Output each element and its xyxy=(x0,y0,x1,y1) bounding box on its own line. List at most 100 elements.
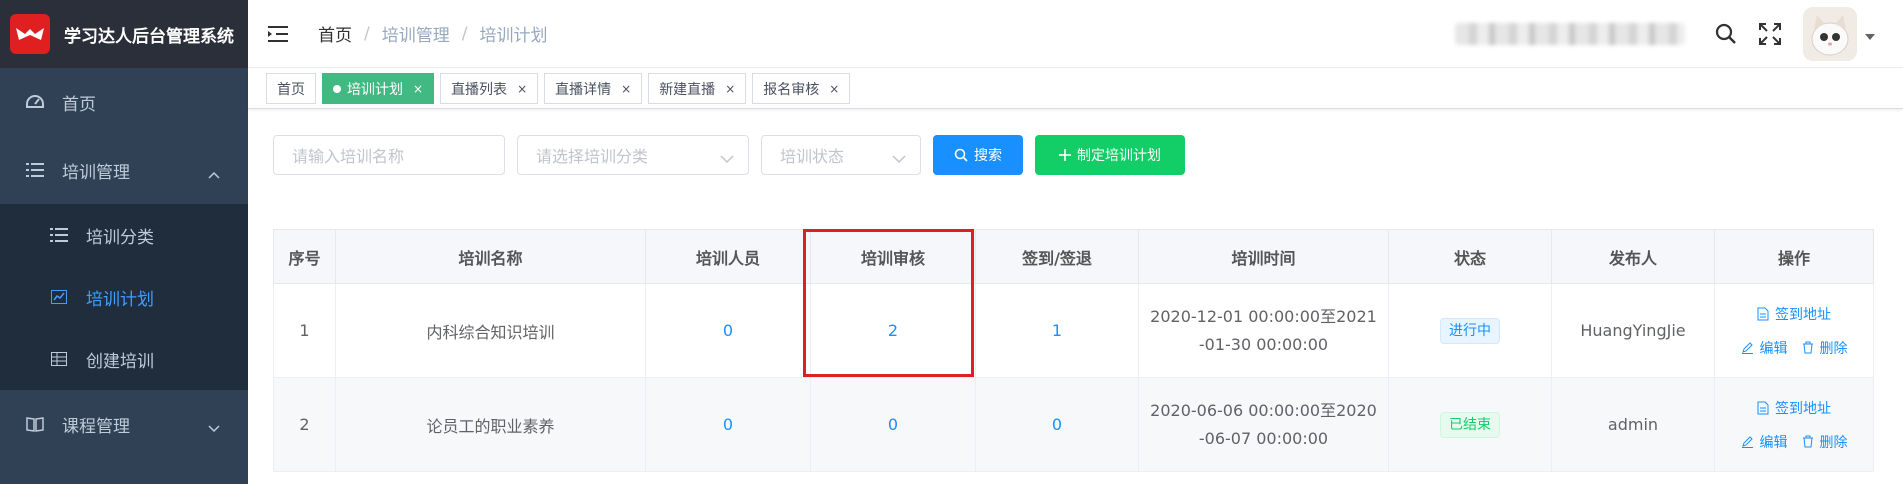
table-row: 2 论员工的职业素养 0 0 0 2020-06-06 00:00:00至202… xyxy=(273,377,1874,472)
close-icon[interactable]: × xyxy=(413,82,423,96)
sidebar-item-home[interactable]: 首页 xyxy=(0,68,248,136)
staff-count-link[interactable]: 0 xyxy=(723,415,733,434)
delete-button[interactable]: 删除 xyxy=(1802,432,1848,452)
list-icon xyxy=(24,162,46,178)
tag-label: 直播详情 xyxy=(555,81,612,98)
active-dot-icon xyxy=(333,84,341,93)
nav-right xyxy=(1455,0,1903,68)
chart-icon xyxy=(48,290,70,304)
edit-button[interactable]: 编辑 xyxy=(1741,432,1788,452)
training-submenu: 培训分类 培训计划 创建培训 xyxy=(0,204,248,390)
sidebar-item-label: 培训计划 xyxy=(86,289,154,310)
signin-address-button[interactable]: 签到地址 xyxy=(1757,398,1831,418)
search-icon xyxy=(954,148,968,162)
breadcrumb-training-plan: 培训计划 xyxy=(479,26,548,46)
close-icon[interactable]: × xyxy=(725,82,735,96)
training-time-end: -01-30 00:00:00 xyxy=(1198,334,1329,354)
delete-button[interactable]: 删除 xyxy=(1802,338,1848,358)
avatar[interactable] xyxy=(1803,7,1857,61)
publisher: HuangYingJie xyxy=(1551,283,1715,378)
signin-address-label: 签到地址 xyxy=(1775,400,1831,417)
delete-label: 删除 xyxy=(1819,434,1848,451)
edit-button[interactable]: 编辑 xyxy=(1741,338,1788,358)
signin-address-label: 签到地址 xyxy=(1775,306,1831,323)
search-icon[interactable] xyxy=(1715,23,1737,45)
plus-icon xyxy=(1059,149,1071,161)
row-index: 2 xyxy=(273,377,336,472)
logo-icon xyxy=(10,14,50,54)
delete-label: 删除 xyxy=(1819,340,1848,357)
chevron-up-icon xyxy=(208,164,220,184)
input-placeholder: 请输入培训名称 xyxy=(292,147,405,166)
tags-view: 首页 培训计划 × 直播列表 × 直播详情 × 新建直播 × 报名审核 × xyxy=(248,69,1903,109)
search-button[interactable]: 搜索 xyxy=(933,135,1023,175)
create-plan-button-label: 制定培训计划 xyxy=(1077,147,1161,163)
publisher: admin xyxy=(1551,377,1715,472)
sidebar-item-create-training[interactable]: 创建培训 xyxy=(0,328,248,390)
tag-live-detail[interactable]: 直播详情 × xyxy=(544,73,643,104)
book-icon xyxy=(24,416,46,432)
tag-home[interactable]: 首页 xyxy=(266,73,316,104)
caret-down-icon[interactable] xyxy=(1865,25,1875,44)
sidebar-item-course-management[interactable]: 课程管理 xyxy=(0,390,248,458)
review-count-link[interactable]: 2 xyxy=(888,321,898,340)
checkin-count-link[interactable]: 0 xyxy=(1052,415,1062,434)
hamburger-icon[interactable] xyxy=(268,22,292,46)
table-header-row: 序号 培训名称 培训人员 培训审核 签到/签退 培训时间 状态 发布人 操作 xyxy=(273,229,1874,284)
trash-icon xyxy=(1802,341,1813,354)
tag-registration-review[interactable]: 报名审核 × xyxy=(752,73,851,104)
review-count-link[interactable]: 0 xyxy=(888,415,898,434)
fullscreen-icon[interactable] xyxy=(1759,23,1781,45)
breadcrumb-home[interactable]: 首页 xyxy=(318,21,352,46)
column-header: 签到/签退 xyxy=(975,229,1139,284)
column-header: 状态 xyxy=(1388,229,1552,284)
logo: 学习达人后台管理系统 xyxy=(0,0,248,68)
column-header: 序号 xyxy=(273,229,336,284)
document-icon xyxy=(1757,401,1769,414)
tag-new-live[interactable]: 新建直播 × xyxy=(648,73,747,104)
status-badge: 进行中 xyxy=(1440,317,1500,344)
close-icon[interactable]: × xyxy=(517,82,527,96)
edit-label: 编辑 xyxy=(1759,434,1788,451)
create-plan-button[interactable]: 制定培训计划 xyxy=(1035,135,1185,175)
sidebar-item-label: 培训管理 xyxy=(62,162,130,183)
sidebar-item-label: 首页 xyxy=(62,94,96,115)
training-name-input[interactable]: 请输入培训名称 xyxy=(273,135,505,175)
table-row: 1 内科综合知识培训 0 2 1 2020-12-01 00:00:00至202… xyxy=(273,283,1874,378)
training-name: 论员工的职业素养 xyxy=(335,377,646,472)
row-actions: 签到地址 编辑 删除 xyxy=(1715,398,1873,452)
close-icon[interactable]: × xyxy=(621,82,631,96)
training-status-select[interactable]: 培训状态 xyxy=(761,135,921,175)
tag-training-plan[interactable]: 培训计划 × xyxy=(322,73,435,104)
row-actions: 签到地址 编辑 删除 xyxy=(1715,304,1873,358)
training-plan-table: 序号 培训名称 培训人员 培训审核 签到/签退 培训时间 状态 发布人 操作 1… xyxy=(273,229,1874,472)
chevron-down-icon xyxy=(720,149,734,168)
sidebar-item-training-category[interactable]: 培训分类 xyxy=(0,204,248,266)
sidebar-item-label: 培训分类 xyxy=(86,227,154,248)
training-time-start: 2020-12-01 00:00:00至2021 xyxy=(1150,306,1377,326)
training-time-end: -06-07 00:00:00 xyxy=(1198,428,1329,448)
sidebar-item-training-management[interactable]: 培训管理 xyxy=(0,136,248,204)
column-header: 发布人 xyxy=(1551,229,1715,284)
signin-address-button[interactable]: 签到地址 xyxy=(1757,304,1831,324)
chevron-down-icon xyxy=(892,149,906,168)
edit-label: 编辑 xyxy=(1759,340,1788,357)
training-time-start: 2020-06-06 00:00:00至2020 xyxy=(1150,400,1377,420)
app-title: 学习达人后台管理系统 xyxy=(64,26,234,47)
tag-label: 直播列表 xyxy=(451,81,508,98)
breadcrumb-training-management: 培训管理 xyxy=(381,26,450,46)
tag-live-list[interactable]: 直播列表 × xyxy=(440,73,539,104)
sidebar-item-training-plan[interactable]: 培训计划 xyxy=(0,266,248,328)
filter-bar: 请输入培训名称 请选择培训分类 培训状态 搜索 制定培训计划 xyxy=(273,135,1185,175)
search-button-label: 搜索 xyxy=(974,147,1002,163)
close-icon[interactable]: × xyxy=(829,82,839,96)
column-header: 培训审核 xyxy=(810,229,976,284)
staff-count-link[interactable]: 0 xyxy=(723,321,733,340)
sidebar-item-label: 创建培训 xyxy=(86,351,154,372)
training-time: 2020-12-01 00:00:00至2021 -01-30 00:00:00 xyxy=(1138,283,1389,378)
checkin-count-link[interactable]: 1 xyxy=(1052,321,1062,340)
table-icon xyxy=(48,352,70,366)
chevron-down-icon xyxy=(208,418,220,438)
training-category-select[interactable]: 请选择培训分类 xyxy=(517,135,749,175)
tag-label: 培训计划 xyxy=(347,81,403,98)
